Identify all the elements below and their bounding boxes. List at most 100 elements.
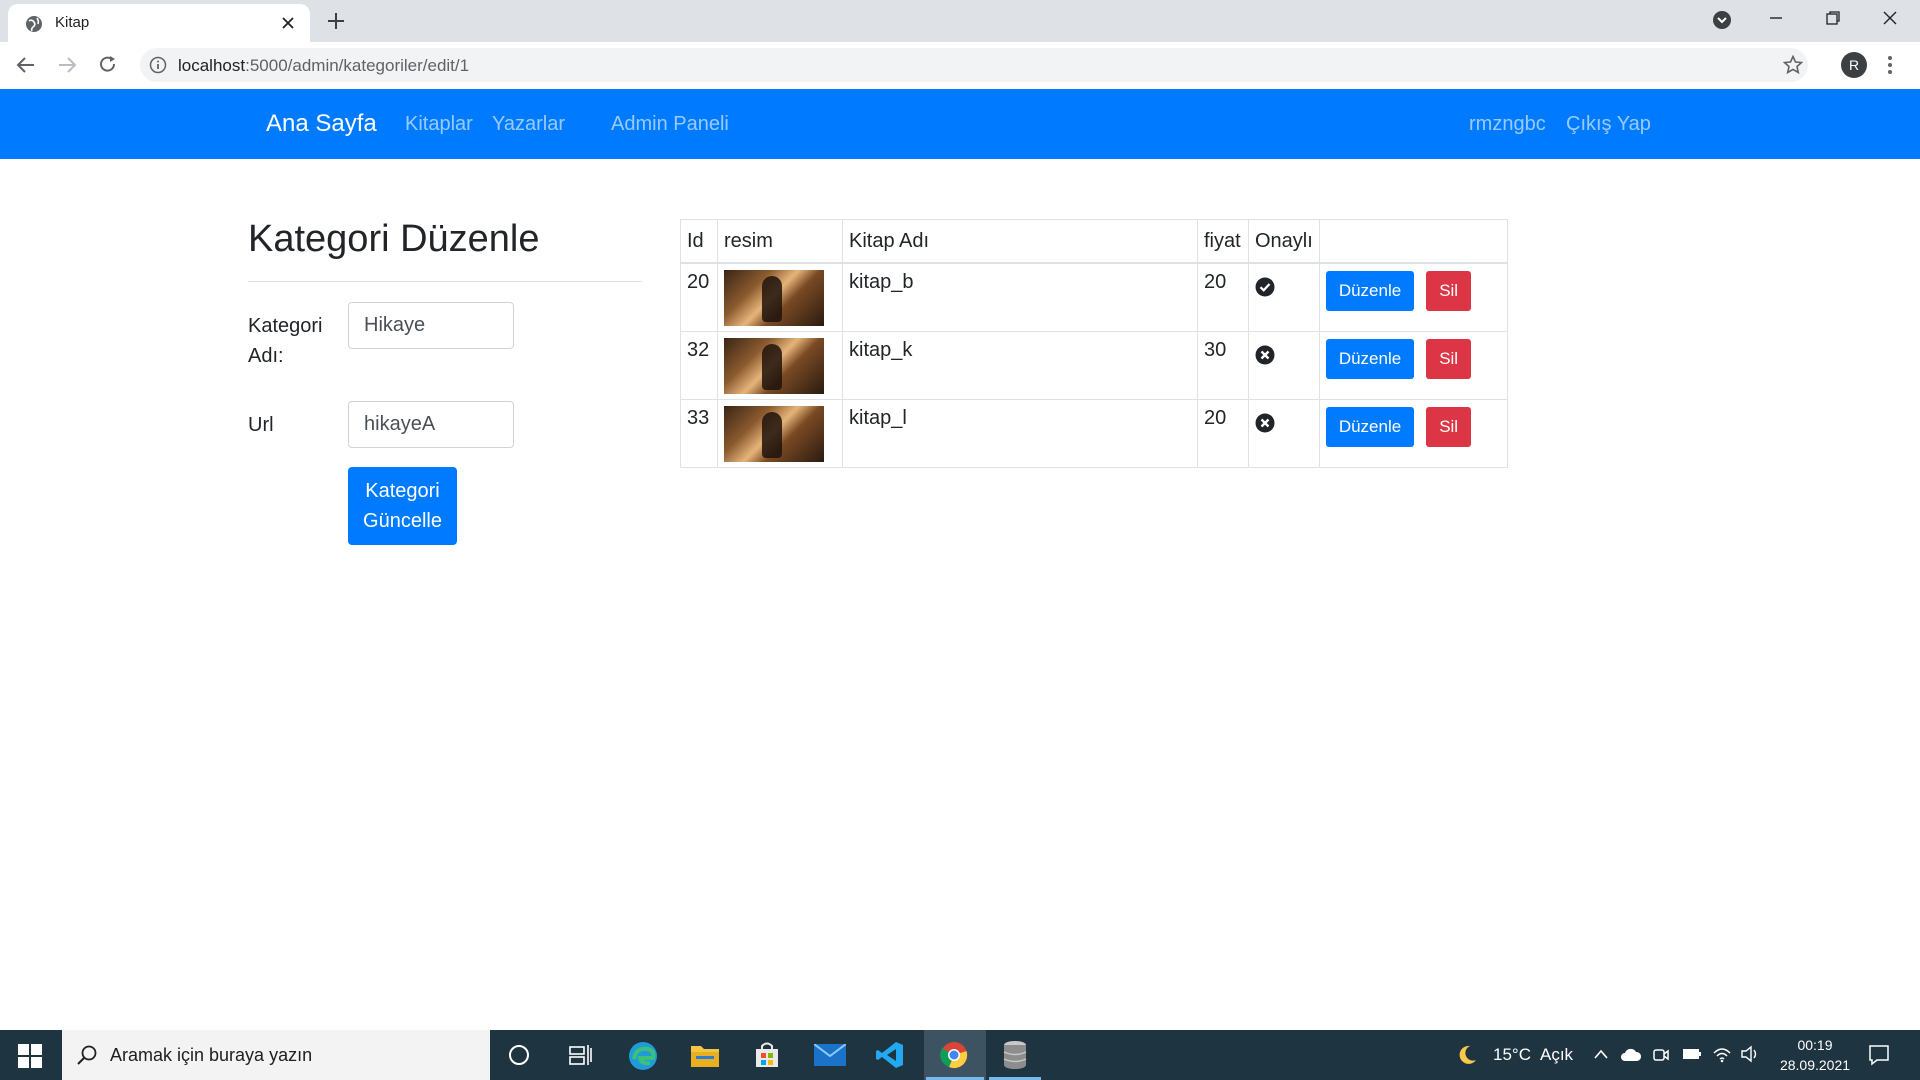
close-window-icon[interactable] — [1882, 10, 1898, 26]
forward-arrow-icon[interactable] — [57, 55, 77, 75]
file-explorer-icon[interactable] — [690, 1042, 720, 1068]
restore-icon[interactable] — [1825, 10, 1841, 26]
back-arrow-icon[interactable] — [16, 55, 36, 75]
approved-cell — [1248, 262, 1320, 332]
category-name-label: Kategori Adı: — [248, 315, 323, 367]
column-header-price: fiyat — [1197, 219, 1249, 264]
vscode-icon[interactable] — [876, 1041, 904, 1069]
taskbar-clock[interactable]: 00:19 28.09.2021 — [1760, 1035, 1870, 1075]
title-divider — [248, 281, 642, 282]
approved-cell — [1248, 398, 1320, 468]
x-circle-icon — [1255, 345, 1313, 365]
chrome-icon — [940, 1041, 968, 1069]
edit-book-button[interactable]: Düzenle — [1325, 406, 1415, 447]
browser-toolbar: localhost:5000/admin/kategoriler/edit/1 … — [0, 42, 1920, 90]
nav-link-logout[interactable]: Çıkış Yap — [1566, 113, 1651, 136]
book-image-cell — [717, 262, 843, 332]
book-id: 33 — [680, 398, 718, 468]
column-header-book-name: Kitap Adı — [842, 219, 1198, 264]
meet-now-icon[interactable] — [1652, 1046, 1670, 1064]
book-thumbnail — [724, 337, 824, 394]
book-image-cell — [717, 330, 843, 400]
store-icon[interactable] — [753, 1041, 781, 1069]
book-thumbnail — [724, 270, 824, 326]
clock-date: 28.09.2021 — [1779, 1057, 1851, 1073]
browser-tab-strip: Kitap — [0, 0, 1920, 42]
profile-avatar[interactable]: R — [1841, 52, 1867, 78]
notification-center-icon[interactable] — [1868, 1044, 1890, 1066]
url-input[interactable] — [348, 401, 514, 448]
book-name: kitap_k — [842, 330, 1198, 400]
search-icon — [76, 1044, 98, 1066]
nav-link-yazarlar[interactable]: Yazarlar — [492, 113, 565, 136]
check-circle-icon — [1255, 277, 1313, 297]
delete-book-button[interactable]: Sil — [1426, 338, 1472, 379]
book-id: 32 — [680, 330, 718, 400]
site-navbar: Ana Sayfa Kitaplar Yazarlar Admin Paneli… — [0, 89, 1920, 159]
wifi-icon[interactable] — [1712, 1045, 1732, 1063]
chrome-taskbar-active[interactable] — [924, 1030, 986, 1080]
book-image-cell — [717, 398, 843, 468]
edit-book-button[interactable]: Düzenle — [1325, 271, 1415, 311]
cortana-icon[interactable] — [508, 1044, 530, 1066]
edit-book-button[interactable]: Düzenle — [1325, 338, 1415, 379]
chevron-up-icon[interactable] — [1593, 1047, 1609, 1061]
taskbar-search-box[interactable]: Aramak için buraya yazın — [62, 1030, 490, 1080]
more-menu-icon[interactable] — [1887, 55, 1893, 75]
edge-browser-icon[interactable] — [628, 1041, 658, 1071]
book-price: 30 — [1197, 330, 1249, 400]
windows-taskbar: Aramak için buraya yazın 15°C Açık 00:19… — [0, 1030, 1920, 1080]
url-label: Url — [248, 414, 274, 436]
globe-icon — [25, 15, 43, 33]
update-category-button[interactable]: Kategori Güncelle — [348, 467, 457, 545]
book-price: 20 — [1197, 398, 1249, 468]
actions-cell: Düzenle Sil — [1318, 262, 1508, 332]
volume-icon[interactable] — [1740, 1045, 1760, 1063]
x-circle-icon — [1255, 413, 1313, 433]
book-thumbnail — [724, 405, 824, 462]
table-row: 20 kitap_b 20 Düzenle Sil — [680, 262, 1508, 332]
minimize-icon[interactable] — [1768, 10, 1784, 26]
browser-tab[interactable]: Kitap — [8, 4, 310, 42]
approved-cell — [1248, 330, 1320, 400]
close-tab-icon[interactable] — [280, 15, 296, 31]
url-text: localhost:5000/admin/kategoriler/edit/1 — [178, 56, 469, 76]
onedrive-cloud-icon[interactable] — [1620, 1048, 1642, 1062]
database-app-icon[interactable] — [1002, 1040, 1028, 1070]
reload-icon[interactable] — [98, 55, 118, 75]
url-path: :5000/admin/kategoriler/edit/1 — [245, 56, 470, 75]
url-host: localhost — [178, 56, 246, 75]
new-tab-icon[interactable] — [326, 11, 346, 31]
table-row: 33 kitap_l 20 Düzenle Sil — [680, 398, 1508, 468]
taskbar-search-placeholder: Aramak için buraya yazın — [110, 1045, 313, 1065]
column-header-approved: Onaylı — [1248, 219, 1320, 264]
column-header-actions — [1318, 219, 1508, 264]
book-name: kitap_b — [842, 262, 1198, 332]
task-view-icon[interactable] — [569, 1044, 593, 1066]
table-header-row: Id resim Kitap Adı fiyat Onaylı — [680, 219, 1508, 264]
bookmark-star-icon[interactable] — [1783, 55, 1803, 75]
category-name-input[interactable] — [348, 302, 514, 349]
actions-cell: Düzenle Sil — [1318, 330, 1508, 400]
delete-book-button[interactable]: Sil — [1426, 406, 1472, 447]
windows-start-icon[interactable] — [18, 1044, 42, 1068]
nav-link-username[interactable]: rmzngbc — [1469, 113, 1546, 136]
weather-temperature[interactable]: 15°C — [1493, 1045, 1531, 1065]
delete-book-button[interactable]: Sil — [1426, 271, 1472, 311]
address-bar[interactable]: localhost:5000/admin/kategoriler/edit/1 — [140, 48, 1808, 82]
column-header-id: Id — [680, 219, 718, 264]
actions-cell: Düzenle Sil — [1318, 398, 1508, 468]
book-price: 20 — [1197, 262, 1249, 332]
moon-weather-icon[interactable] — [1456, 1044, 1478, 1066]
battery-icon[interactable] — [1682, 1048, 1702, 1060]
nav-brand-home[interactable]: Ana Sayfa — [266, 110, 377, 138]
tab-search-icon[interactable] — [1712, 10, 1732, 30]
page-title: Kategori Düzenle — [248, 218, 540, 260]
weather-condition[interactable]: Açık — [1540, 1045, 1573, 1065]
mail-icon[interactable] — [814, 1044, 846, 1066]
nav-link-kitaplar[interactable]: Kitaplar — [405, 113, 473, 136]
book-id: 20 — [680, 262, 718, 332]
books-table: Id resim Kitap Adı fiyat Onaylı 20 kitap… — [680, 219, 1508, 468]
nav-link-admin-panel[interactable]: Admin Paneli — [611, 113, 729, 136]
info-icon[interactable] — [149, 56, 167, 74]
